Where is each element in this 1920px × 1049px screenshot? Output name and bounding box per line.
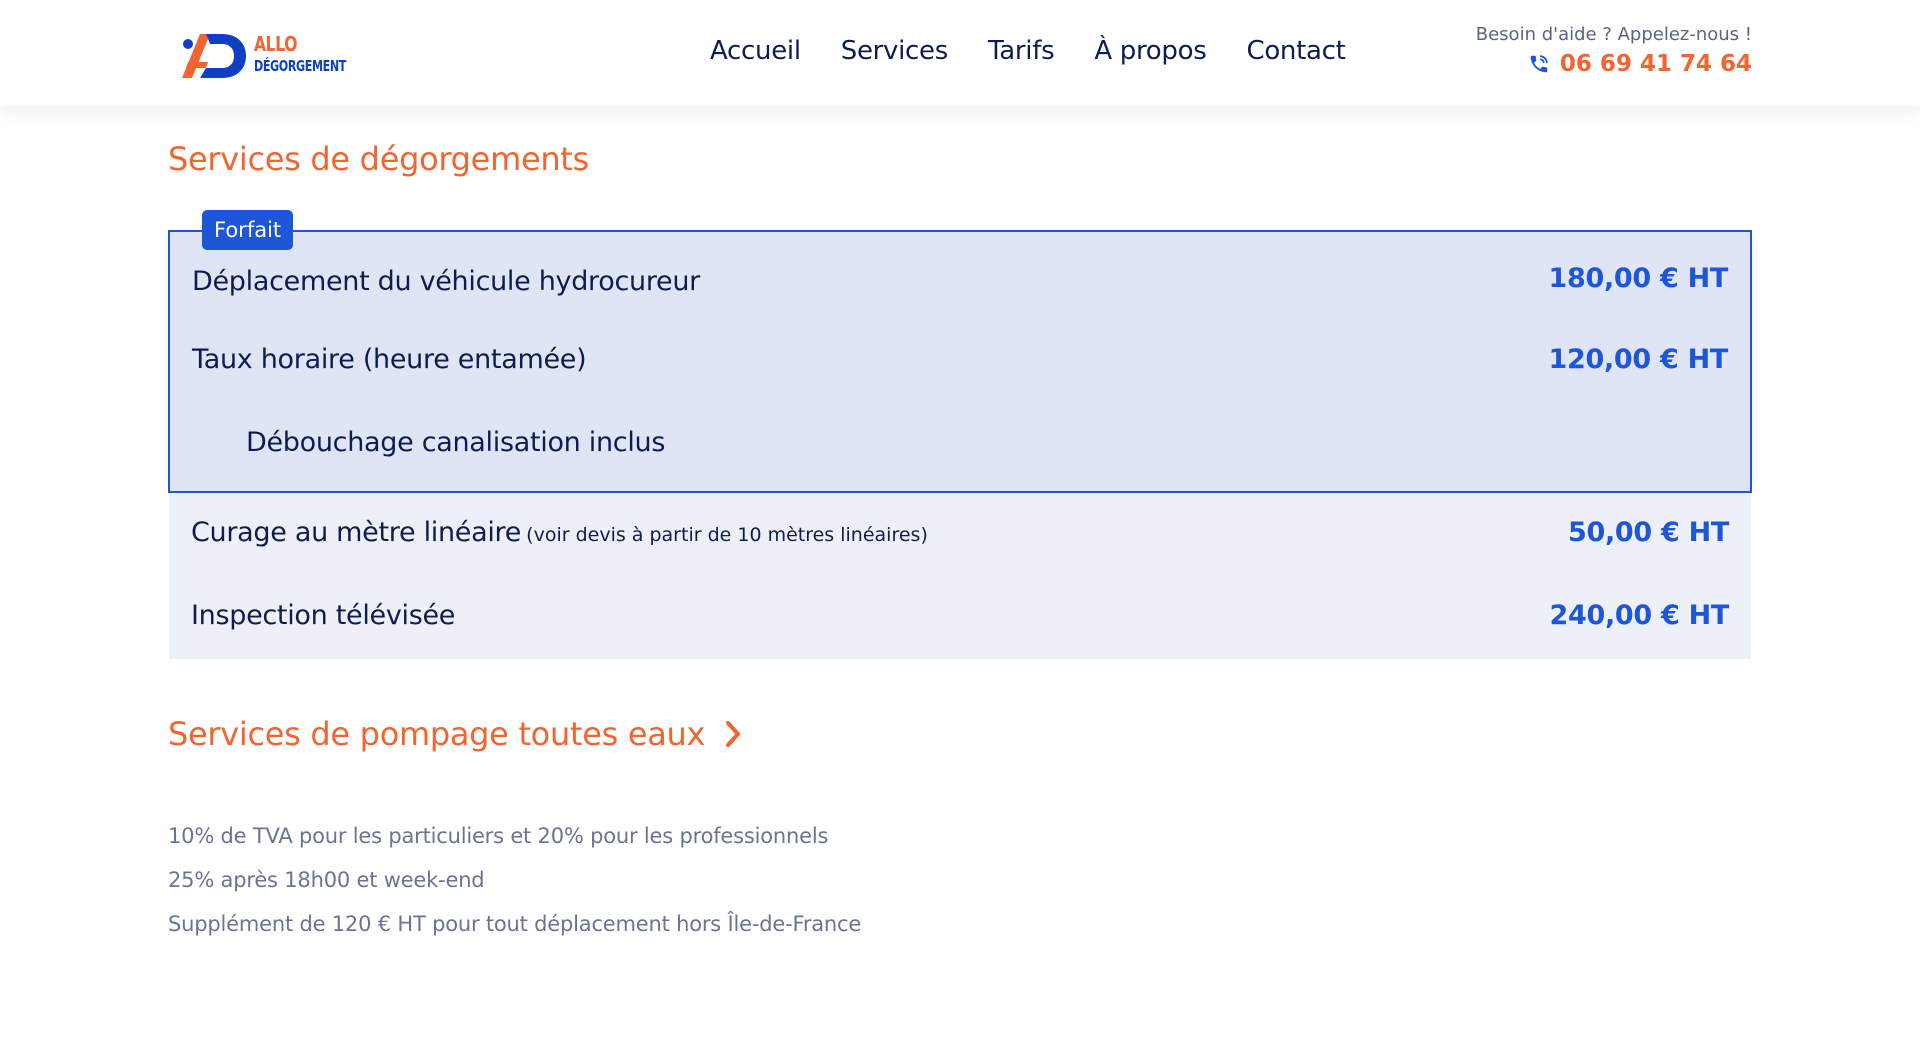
row-label: Débouchage canalisation inclus <box>246 427 666 458</box>
price-row: Déplacement du véhicule hydrocureur 180,… <box>192 260 1728 297</box>
site-header: ALLO DÉGORGEMENT Accueil Services Tarifs… <box>0 0 1920 106</box>
main-nav: Accueil Services Tarifs À propos Contact <box>710 36 1346 66</box>
row-note: (voir devis à partir de 10 mètres linéai… <box>526 524 928 546</box>
phone-number[interactable]: 06 69 41 74 64 <box>1560 51 1752 77</box>
nav-contact[interactable]: Contact <box>1246 36 1345 66</box>
row-label-group: Curage au mètre linéaire (voir devis à p… <box>191 517 928 548</box>
note-tva: 10% de TVA pour les particuliers et 20% … <box>168 824 829 848</box>
row-label: Déplacement du véhicule hydrocureur <box>192 266 700 297</box>
nav-tarifs[interactable]: Tarifs <box>988 36 1055 66</box>
section-title-pompage: Services de pompage toutes eaux <box>168 715 706 753</box>
section-title-degorgements: Services de dégorgements <box>168 140 589 178</box>
logo-text-allo: ALLO <box>254 32 298 56</box>
row-price: 180,00 € HT <box>1548 263 1729 294</box>
row-price: 240,00 € HT <box>1549 600 1730 631</box>
nav-accueil[interactable]: Accueil <box>710 36 801 66</box>
price-row: Inspection télévisée 240,00 € HT <box>191 600 1729 631</box>
nav-services[interactable]: Services <box>841 36 949 66</box>
logo[interactable]: ALLO DÉGORGEMENT <box>178 28 346 80</box>
forfait-box: Forfait Déplacement du véhicule hydrocur… <box>168 210 1752 493</box>
help-contact: Besoin d'aide ? Appelez-nous ! 06 69 41 … <box>1476 24 1752 77</box>
price-row: Débouchage canalisation inclus <box>192 427 1728 458</box>
section-link-pompage[interactable]: Services de pompage toutes eaux <box>168 715 743 753</box>
phone-icon <box>1530 55 1548 73</box>
forfait-badge: Forfait <box>202 210 294 250</box>
row-label: Inspection télévisée <box>191 600 456 631</box>
row-label: Curage au mètre linéaire <box>191 517 522 548</box>
logo-mark-icon <box>182 34 246 78</box>
price-row: Taux horaire (heure entamée) 120,00 € HT <box>192 344 1728 375</box>
note-supplement: Supplément de 120 € HT pour tout déplace… <box>168 912 862 936</box>
pricing-notes: 10% de TVA pour les particuliers et 20% … <box>168 814 861 946</box>
other-services-box: Curage au mètre linéaire (voir devis à p… <box>169 493 1751 659</box>
chevron-right-icon <box>726 721 741 747</box>
pricing-section: Services de dégorgements Forfait Déplace… <box>168 140 1752 936</box>
phone-link[interactable]: 06 69 41 74 64 <box>1476 51 1752 77</box>
row-price: 50,00 € HT <box>1567 517 1729 548</box>
nav-a-propos[interactable]: À propos <box>1094 36 1206 66</box>
row-price: 120,00 € HT <box>1548 344 1729 375</box>
price-row: Curage au mètre linéaire (voir devis à p… <box>191 517 1729 548</box>
logo-text-degorgement: DÉGORGEMENT <box>254 57 347 75</box>
help-text: Besoin d'aide ? Appelez-nous ! <box>1475 24 1752 45</box>
note-evening: 25% après 18h00 et week-end <box>168 868 485 892</box>
row-label: Taux horaire (heure entamée) <box>192 344 587 375</box>
